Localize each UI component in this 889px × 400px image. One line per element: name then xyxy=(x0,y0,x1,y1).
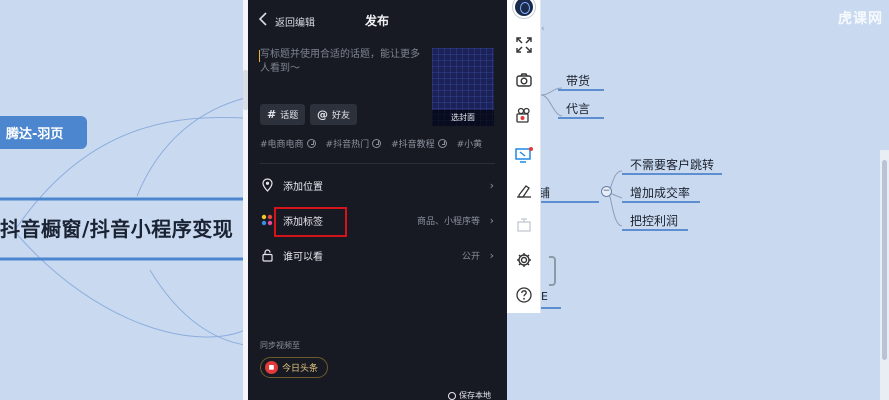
select-cover-button[interactable]: 选封面 xyxy=(432,110,494,126)
eraser-icon[interactable] xyxy=(512,178,536,202)
radio-circle-icon xyxy=(448,391,456,400)
row-label: 谁可以看 xyxy=(283,251,323,263)
topic-label: 话题 xyxy=(280,111,299,121)
row-add-location[interactable]: 添加位置 › xyxy=(248,170,507,200)
vertical-scrollbar[interactable] xyxy=(880,150,889,400)
save-local-label: 保存本地 xyxy=(459,391,491,400)
camera-icon[interactable] xyxy=(512,68,536,92)
chevron-right-icon: › xyxy=(489,178,494,192)
row-who-can-see[interactable]: 谁可以看 公开 › xyxy=(248,240,507,270)
hashtag-item[interactable]: #电商电商 xyxy=(260,137,316,150)
hashtag-item[interactable]: #抖音教程 xyxy=(391,137,447,150)
node-underline xyxy=(541,307,561,309)
at-icon: @ xyxy=(317,108,328,121)
toutiao-label: 今日头条 xyxy=(282,364,319,374)
toutiao-sync-toggle[interactable]: ■ 今日头条 xyxy=(260,357,329,378)
friend-button[interactable]: @ 好友 xyxy=(310,104,358,125)
collapse-toggle[interactable]: − xyxy=(601,186,612,197)
row-value: 商品、小程序等 xyxy=(416,216,480,227)
mindmap-node-profit[interactable]: 把控利润 xyxy=(630,212,678,229)
mindmap-node-no-redirect[interactable]: 不需要客户跳转 xyxy=(630,156,714,173)
node-underline xyxy=(622,201,700,203)
row-label: 添加位置 xyxy=(283,181,323,193)
node-underline xyxy=(558,89,604,91)
sync-label: 同步视频至 xyxy=(260,341,300,350)
back-chevron-icon[interactable] xyxy=(258,11,274,29)
toutiao-logo-icon: ■ xyxy=(265,361,278,374)
chevron-right-icon: › xyxy=(489,248,494,262)
node-underline xyxy=(622,173,722,175)
mindmap-node-frame xyxy=(549,256,556,286)
mindmap-main-topic[interactable]: 抖音橱窗/抖音小程序变现 xyxy=(0,213,233,242)
hashtag-label: #抖音教程 xyxy=(391,140,435,150)
hash-icon: # xyxy=(267,108,277,121)
hashtag-item[interactable]: #小黄 xyxy=(457,137,483,150)
friend-label: 好友 xyxy=(332,111,351,121)
save-local-checkbox[interactable]: 保存本地 xyxy=(448,390,491,400)
recording-toolbar xyxy=(507,0,541,313)
node-underline xyxy=(622,229,688,231)
clock-icon xyxy=(437,139,447,148)
caption-input[interactable]: 写标题并使用合适的话题，能让更多人看到～ xyxy=(260,48,428,76)
node-underline xyxy=(558,117,604,119)
toolbar-collapse-chevron-icon[interactable]: ‹ xyxy=(541,24,551,38)
chevron-right-icon: › xyxy=(489,213,494,227)
topic-button[interactable]: # 话题 xyxy=(260,104,306,125)
hashtag-label: #抖音热门 xyxy=(325,140,370,150)
node-underline xyxy=(541,201,599,203)
phone-publish-screen: 返回编辑 发布 写标题并使用合适的话题，能让更多人看到～ 选封面 # 话题 @ … xyxy=(248,0,507,400)
mindmap-node-conversion[interactable]: 增加成交率 xyxy=(630,184,690,201)
mindmap-node-partial[interactable]: E xyxy=(541,290,548,303)
clock-icon xyxy=(306,139,316,148)
lock-icon xyxy=(261,248,273,262)
screen-cast-icon[interactable] xyxy=(512,143,536,167)
hashtag-suggestions: #电商电商 #抖音热门 #抖音教程 #小黄 xyxy=(260,137,482,150)
hashtag-label: #小黄 xyxy=(456,140,483,150)
avatar-icon[interactable] xyxy=(513,0,535,18)
cover-thumbnail[interactable]: 选封面 xyxy=(432,48,494,126)
mindmap-node-daiyan[interactable]: 代言 xyxy=(566,100,590,117)
settings-icon[interactable] xyxy=(512,248,536,272)
page-title: 发布 xyxy=(365,14,390,28)
row-value: 公开 xyxy=(461,251,480,262)
whiteboard-icon[interactable] xyxy=(512,213,536,237)
tag-grid-icon xyxy=(261,213,273,227)
clock-icon xyxy=(372,139,382,148)
back-button[interactable]: 返回编辑 xyxy=(275,14,315,29)
red-highlight-box xyxy=(274,207,347,237)
hashtag-item[interactable]: #抖音热门 xyxy=(326,137,382,150)
help-icon[interactable] xyxy=(512,283,536,307)
video-record-icon[interactable] xyxy=(512,103,536,127)
watermark-logo: 虎课网 xyxy=(838,11,883,27)
fullscreen-icon[interactable] xyxy=(512,33,536,57)
mindmap-node-tengda[interactable]: 腾达-羽页 xyxy=(0,116,87,149)
divider xyxy=(260,163,495,164)
mindmap-node-daihuo[interactable]: 带货 xyxy=(566,72,590,89)
scrollbar-thumb[interactable] xyxy=(882,160,887,360)
location-icon xyxy=(261,178,273,192)
hashtag-label: #电商电商 xyxy=(260,140,304,150)
